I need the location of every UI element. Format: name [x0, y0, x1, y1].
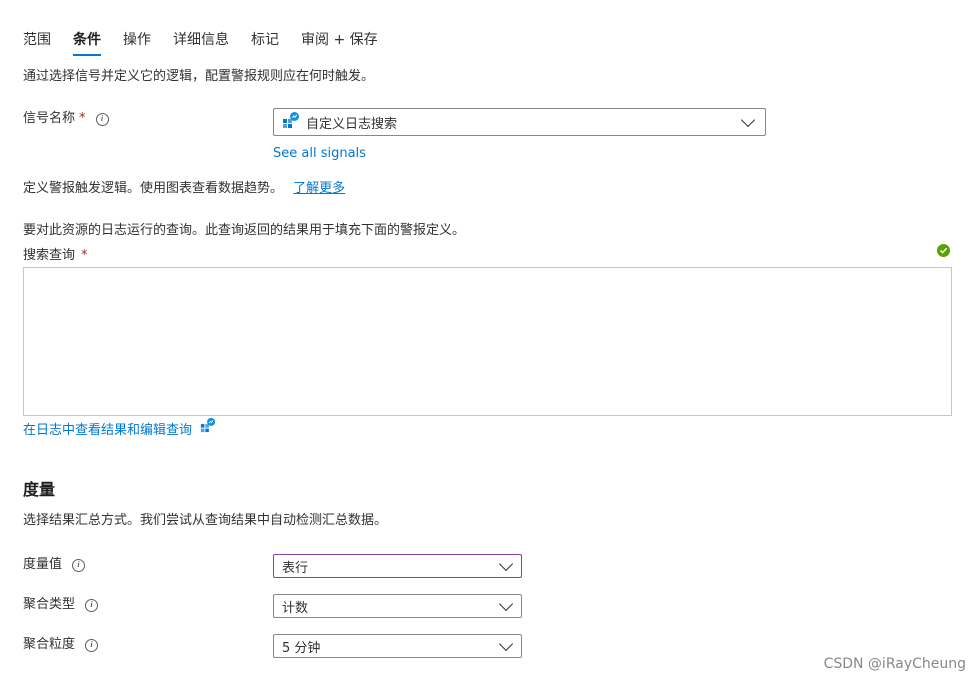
measurement-section-title: 度量	[23, 480, 56, 499]
tab-actions[interactable]: 操作	[123, 30, 151, 50]
chevron-down-icon	[498, 596, 514, 611]
aggregation-type-label-text: 聚合类型	[23, 597, 76, 612]
required-asterisk: *	[79, 111, 86, 126]
view-in-logs-link[interactable]: 在日志中查看结果和编辑查询	[23, 417, 216, 440]
info-icon[interactable]: i	[85, 638, 99, 652]
tab-condition[interactable]: 条件	[73, 30, 101, 56]
see-all-signals-link[interactable]: See all signals	[273, 145, 366, 163]
measurement-description: 选择结果汇总方式。我们尝试从查询结果中自动检测汇总数据。	[23, 513, 388, 528]
aggregation-granularity-value: 5 分钟	[282, 640, 321, 656]
info-icon[interactable]: i	[95, 112, 109, 126]
aggregation-granularity-label-text: 聚合粒度	[23, 637, 76, 652]
measure-dropdown[interactable]: 表行	[273, 554, 522, 578]
measure-value: 表行	[282, 560, 309, 576]
logic-description-text: 定义警报触发逻辑。使用图表查看数据趋势。	[23, 181, 284, 196]
aggregation-type-dropdown[interactable]: 计数	[273, 594, 522, 618]
query-description: 要对此资源的日志运行的查询。此查询返回的结果用于填充下面的警报定义。	[23, 223, 466, 238]
check-circle-icon	[937, 244, 950, 257]
log-analytics-icon	[282, 111, 300, 133]
tab-scope[interactable]: 范围	[23, 30, 51, 50]
chevron-down-icon	[740, 112, 756, 127]
chevron-down-icon	[498, 556, 514, 571]
watermark: CSDN @iRayCheung	[823, 656, 966, 672]
wizard-tabs: 范围 条件 操作 详细信息 标记 审阅 + 保存	[23, 30, 378, 56]
alert-rule-condition-page: 范围 条件 操作 详细信息 标记 审阅 + 保存 通过选择信号并定义它的逻辑，配…	[0, 0, 980, 683]
search-query-label: 搜索查询 *	[23, 247, 88, 265]
search-query-input[interactable]	[23, 267, 952, 416]
tab-tags[interactable]: 标记	[251, 30, 279, 50]
signal-name-dropdown[interactable]: 自定义日志搜索	[273, 108, 766, 136]
measure-label-text: 度量值	[23, 557, 63, 572]
aggregation-type-value: 计数	[282, 600, 309, 616]
info-icon[interactable]: i	[85, 598, 99, 612]
aggregation-granularity-label: 聚合粒度 i	[23, 636, 99, 654]
aggregation-type-label: 聚合类型 i	[23, 596, 99, 614]
signal-name-label-text: 信号名称	[23, 111, 76, 126]
required-asterisk: *	[81, 248, 88, 263]
chevron-down-icon	[498, 636, 514, 651]
tab-details[interactable]: 详细信息	[173, 30, 229, 50]
tab-review-create[interactable]: 审阅 + 保存	[301, 30, 378, 50]
condition-description: 通过选择信号并定义它的逻辑，配置警报规则应在何时触发。	[23, 69, 375, 84]
signal-name-value: 自定义日志搜索	[306, 116, 398, 132]
log-analytics-icon	[200, 417, 216, 439]
info-icon[interactable]: i	[72, 558, 86, 572]
signal-name-label: 信号名称 * i	[23, 110, 109, 128]
measure-label: 度量值 i	[23, 556, 86, 574]
learn-more-link[interactable]: 了解更多	[293, 181, 345, 196]
logic-description: 定义警报触发逻辑。使用图表查看数据趋势。 了解更多	[23, 180, 345, 198]
view-in-logs-text: 在日志中查看结果和编辑查询	[23, 423, 193, 438]
search-query-label-text: 搜索查询	[23, 248, 76, 263]
aggregation-granularity-dropdown[interactable]: 5 分钟	[273, 634, 522, 658]
